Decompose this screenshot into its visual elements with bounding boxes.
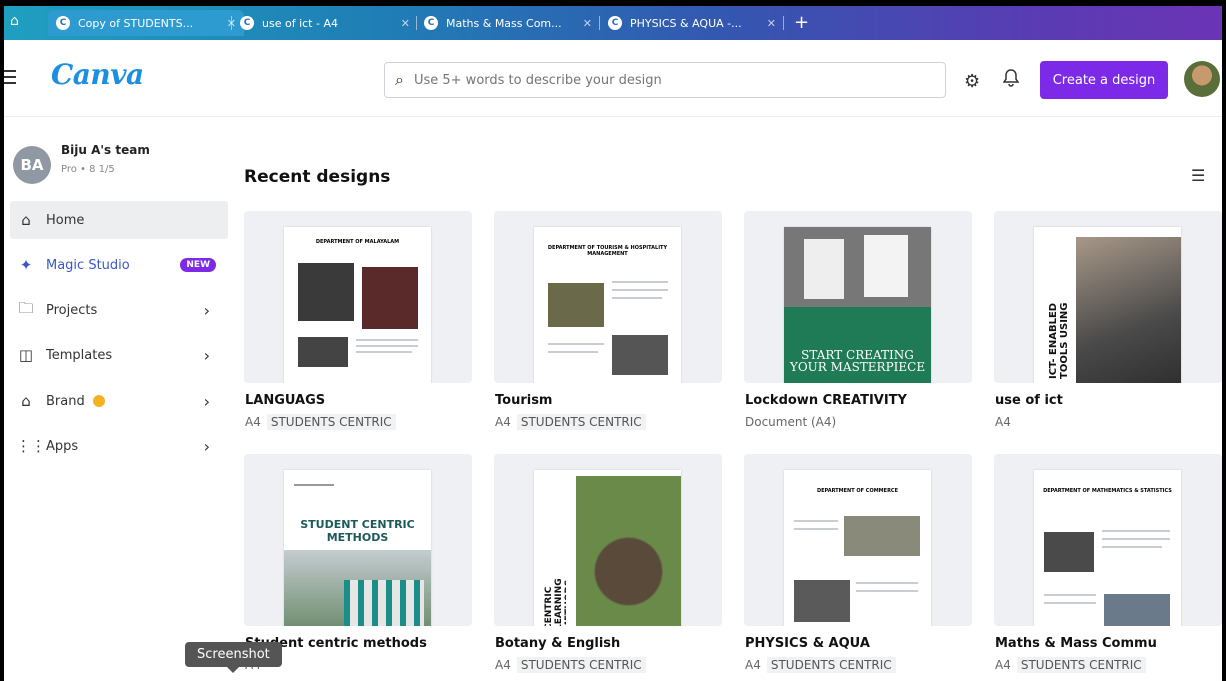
new-badge: NEW: [180, 258, 216, 272]
sidebar-item-brand[interactable]: ⌂ Brand ›: [10, 382, 228, 420]
tab-3[interactable]: C PHYSICS & AQUA -... ✕: [608, 10, 776, 36]
close-icon[interactable]: ✕: [767, 17, 776, 30]
design-thumbnail: START CREATING YOUR MASTERPIECE: [784, 227, 931, 383]
create-design-button[interactable]: Create a design: [1040, 61, 1168, 99]
canva-favicon-icon: C: [240, 16, 254, 30]
design-card-0[interactable]: DEPARTMENT OF MALAYALAM: [244, 211, 472, 383]
design-card-1[interactable]: DEPARTMENT OF TOURISM & HOSPITALITY MANA…: [494, 211, 722, 383]
design-title[interactable]: LANGUAGS: [245, 393, 325, 408]
close-icon[interactable]: ✕: [583, 17, 592, 30]
team-name[interactable]: Biju A's team: [61, 143, 150, 157]
team-plan: Pro • 8 1/5: [61, 164, 115, 175]
new-tab-icon[interactable]: +: [794, 12, 809, 33]
design-title[interactable]: PHYSICS & AQUA: [745, 636, 870, 651]
sidebar-item-home[interactable]: ⌂ Home: [10, 201, 228, 239]
tab-1[interactable]: C use of ict - A4 ✕: [240, 10, 410, 36]
canva-logo[interactable]: Canva: [51, 58, 144, 91]
design-thumbnail: DEPARTMENT OF COMMERCE: [784, 470, 931, 626]
sidebar-item-apps[interactable]: ⋮⋮ Apps ›: [10, 427, 228, 465]
design-meta: A4 STUDENTS CENTRIC: [995, 657, 1146, 673]
design-card-3[interactable]: ICT- ENABLED TOOLS USING ONLINE RESOURCE…: [994, 211, 1222, 383]
chevron-right-icon[interactable]: ›: [204, 437, 210, 456]
chevron-right-icon[interactable]: ›: [204, 301, 210, 320]
design-title[interactable]: use of ict: [995, 393, 1063, 408]
design-thumbnail: STUDENT CENTRIC METHODS: [284, 470, 431, 626]
canva-home-icon[interactable]: ⌂: [10, 13, 19, 29]
design-meta: A4 STUDENTS CENTRIC: [245, 414, 396, 430]
tab-0[interactable]: C Copy of STUDENTS... ✕: [48, 10, 244, 36]
sidebar-item-templates[interactable]: ◫ Templates ›: [10, 336, 228, 374]
apps-grid-icon: ⋮⋮: [16, 437, 46, 455]
design-meta: A4: [995, 415, 1011, 429]
design-meta: A4 STUDENTS CENTRIC: [745, 657, 896, 673]
design-meta: A4 STUDENTS CENTRIC: [495, 657, 646, 673]
design-thumbnail: ICT- ENABLED TOOLS USING ONLINE RESOURCE…: [1034, 227, 1181, 383]
chevron-right-icon[interactable]: ›: [204, 346, 210, 365]
design-meta: A4 STUDENTS CENTRIC: [495, 414, 646, 430]
app-header: Canva ⌕ ⚙ Create a design: [4, 40, 1222, 117]
canva-favicon-icon: C: [608, 16, 622, 30]
templates-icon: ◫: [18, 346, 34, 364]
avatar[interactable]: [1184, 61, 1220, 97]
folder-icon: 🗀: [18, 298, 34, 317]
tab-bar: ⌂ C Copy of STUDENTS... ✕ C use of ict -…: [4, 6, 1222, 40]
design-card-5[interactable]: CENTRIC LEARNING METHODS: [494, 454, 722, 626]
design-title[interactable]: Maths & Mass Commu: [995, 636, 1157, 651]
design-card-6[interactable]: DEPARTMENT OF COMMERCE: [744, 454, 972, 626]
design-card-2[interactable]: START CREATING YOUR MASTERPIECE: [744, 211, 972, 383]
recent-designs-title: Recent designs: [244, 167, 391, 187]
design-thumbnail: DEPARTMENT OF MALAYALAM: [284, 227, 431, 383]
menu-icon[interactable]: [4, 70, 16, 88]
tab-2[interactable]: C Maths & Mass Com... ✕: [424, 10, 592, 36]
list-view-icon[interactable]: ☰: [1191, 166, 1205, 185]
sparkle-icon: ✦: [19, 256, 33, 274]
design-title[interactable]: Lockdown CREATIVITY: [745, 393, 907, 408]
design-meta: Document (A4): [745, 415, 837, 429]
chevron-right-icon[interactable]: ›: [204, 392, 210, 411]
gear-icon[interactable]: ⚙: [964, 71, 980, 92]
bell-icon[interactable]: [1002, 69, 1020, 92]
design-thumbnail: CENTRIC LEARNING METHODS: [534, 470, 681, 626]
search-box[interactable]: ⌕: [384, 62, 946, 98]
canva-favicon-icon: C: [424, 16, 438, 30]
brand-icon: ⌂: [21, 392, 31, 410]
magic-search-icon: ⌕: [395, 70, 404, 89]
sidebar-item-projects[interactable]: 🗀 Projects ›: [10, 291, 228, 329]
crown-icon: [92, 395, 105, 407]
design-thumbnail: DEPARTMENT OF TOURISM & HOSPITALITY MANA…: [534, 227, 681, 383]
design-card-7[interactable]: DEPARTMENT OF MATHEMATICS & STATISTICS: [994, 454, 1222, 626]
design-title[interactable]: Tourism: [495, 393, 552, 408]
design-thumbnail: DEPARTMENT OF MATHEMATICS & STATISTICS: [1034, 470, 1181, 626]
search-input[interactable]: [411, 71, 896, 89]
home-icon: ⌂: [21, 211, 31, 229]
team-avatar[interactable]: BA: [13, 146, 51, 184]
sidebar-item-magic-studio[interactable]: ✦ Magic Studio NEW: [10, 246, 228, 284]
screenshot-tooltip: Screenshot: [185, 642, 282, 673]
browser-window: ⌂ C Copy of STUDENTS... ✕ C use of ict -…: [4, 6, 1222, 681]
design-card-4[interactable]: STUDENT CENTRIC METHODS: [244, 454, 472, 626]
canva-favicon-icon: C: [56, 16, 70, 30]
close-icon[interactable]: ✕: [401, 17, 410, 30]
design-title[interactable]: Botany & English: [495, 636, 620, 651]
